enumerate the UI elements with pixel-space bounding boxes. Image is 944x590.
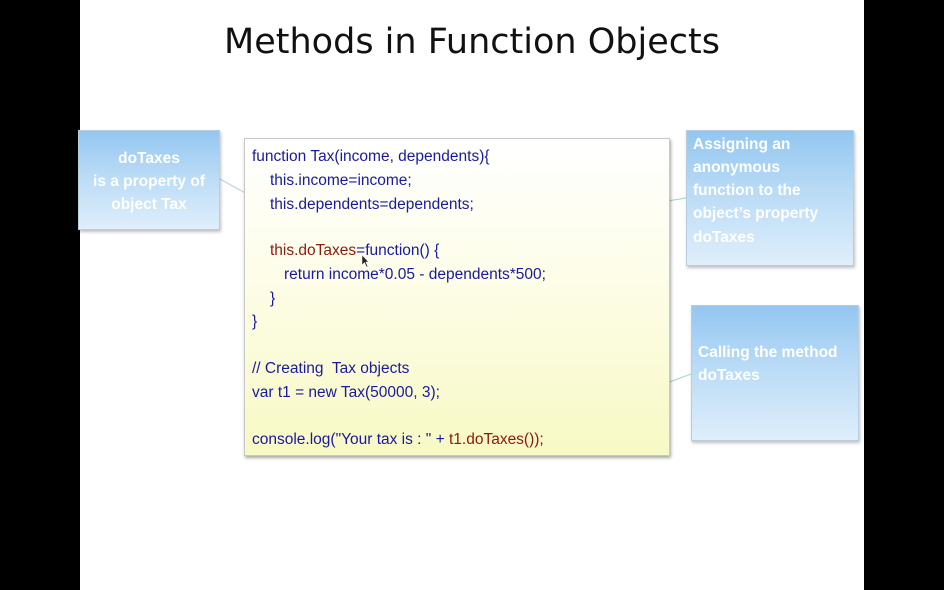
callout-property-line-3: object Tax [111, 196, 187, 213]
callout-assigning-line-3: function to the [693, 182, 801, 199]
callout-property-line-2: is a property of [93, 173, 205, 190]
callout-property: doTaxes is a property of object Tax [78, 130, 220, 230]
mouse-cursor-icon [361, 254, 369, 268]
callout-calling-line-1: Calling the method [698, 344, 838, 361]
slide: Methods in Function Objects doTaxes is a… [78, 0, 864, 590]
callout-calling: Calling the method doTaxes [691, 305, 859, 441]
callout-assigning-line-5: doTaxes [693, 229, 755, 246]
code-line-5: this.doTaxes=function() { [270, 241, 439, 261]
video-frame: Methods in Function Objects doTaxes is a… [0, 0, 944, 590]
code-line-13: console.log("Your tax is : " + t1.doTaxe… [252, 430, 544, 450]
callout-assigning-line-2: anonymous [693, 159, 780, 176]
code-console-log: console.log("Your tax is : " + [252, 431, 449, 448]
callout-assigning: Assigning an anonymous function to the o… [686, 130, 854, 266]
code-line-3: this.dependents=dependents; [270, 196, 474, 213]
code-line-10: // Creating Tax objects [252, 360, 410, 377]
code-line-1: function Tax(income, dependents){ [252, 148, 490, 165]
code-line-6: return income*0.05 - dependents*500; [284, 266, 546, 283]
code-line-11: var t1 = new Tax(50000, 3); [252, 384, 440, 401]
callout-property-line-1: doTaxes [118, 150, 180, 167]
code-box: function Tax(income, dependents){ this.i… [244, 138, 670, 456]
code-line-8: } [252, 313, 258, 330]
callout-assigning-line-1: Assigning an [693, 136, 791, 153]
code-line-2: this.income=income; [270, 172, 412, 189]
callout-assigning-line-4: object’s property [693, 205, 819, 222]
code-line-7: } [270, 290, 276, 307]
callout-calling-line-2: doTaxes [698, 367, 760, 384]
code-doTaxes-property: this.doTaxes [270, 242, 357, 259]
code-call-doTaxes: t1.doTaxes()); [448, 431, 544, 448]
